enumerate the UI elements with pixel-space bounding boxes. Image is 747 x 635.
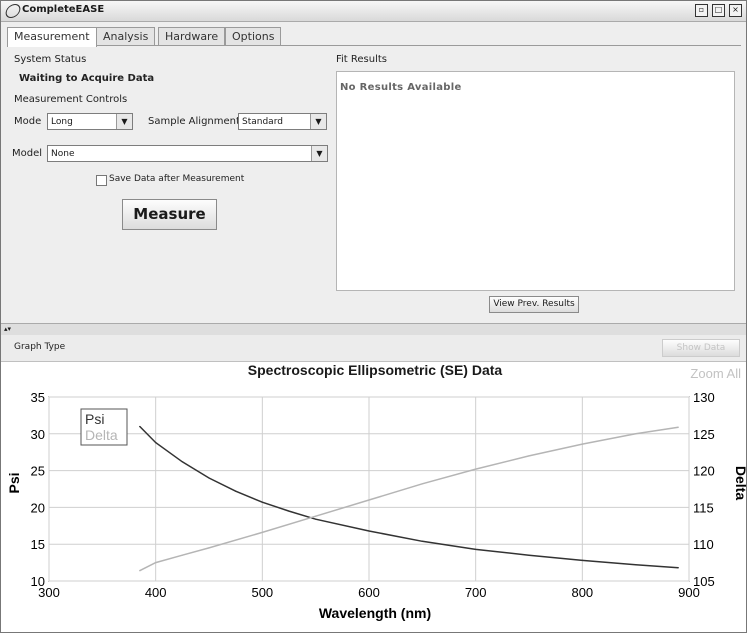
y-axis-label-left: Psi (6, 472, 22, 493)
chevron-down-icon: ▼ (310, 114, 326, 129)
graph-area: Spectroscopic Ellipsometric (SE) Data Zo… (1, 362, 747, 632)
graph-type-label: Graph Type (14, 342, 66, 352)
close-icon[interactable]: × (729, 4, 742, 17)
data-point-delta (261, 531, 263, 534)
mode-value: Long (51, 117, 73, 127)
data-point-psi (315, 518, 317, 520)
chevron-down-icon: ▼ (116, 114, 132, 129)
app-window: CompleteEASE ▫ □ × Measurement Analysis … (0, 0, 747, 633)
tab-measurement[interactable]: Measurement (7, 27, 97, 47)
data-point-delta (421, 483, 423, 485)
legend-psi: Psi (85, 411, 104, 427)
data-point-psi (261, 501, 263, 503)
chevron-down-icon: ▼ (311, 146, 327, 161)
collapse-arrows-icon[interactable]: ▴▾ (4, 325, 11, 333)
chart-title: Spectroscopic Ellipsometric (SE) Data (248, 362, 503, 378)
data-point-delta (677, 426, 679, 428)
minimize-icon[interactable]: ▫ (695, 4, 708, 17)
y-tick-label-left: 25 (31, 464, 45, 479)
model-label: Model (12, 148, 43, 159)
data-point-delta (528, 455, 530, 457)
y-tick-label-right: 105 (693, 574, 715, 589)
tab-options[interactable]: Options (225, 27, 282, 46)
se-data-chart: Spectroscopic Ellipsometric (SE) Data Zo… (6, 362, 747, 621)
sample-alignment-value: Standard (242, 117, 283, 127)
data-point-delta (181, 554, 183, 556)
system-status-heading: System Status (14, 54, 87, 65)
y-tick-label-right: 115 (693, 500, 714, 515)
mode-label: Mode (14, 116, 42, 127)
y-tick-label-right: 130 (693, 390, 715, 405)
data-point-delta (315, 515, 317, 517)
data-point-delta (368, 499, 370, 501)
graph-toolbar: Graph Type Show Data (1, 335, 746, 362)
measurement-controls-heading: Measurement Controls (14, 94, 128, 105)
data-point-psi (139, 425, 141, 428)
data-point-psi (235, 490, 237, 492)
data-point-delta (155, 562, 157, 564)
data-point-psi (581, 559, 583, 561)
y-tick-label-left: 20 (31, 500, 45, 515)
save-data-label: Save Data after Measurement (109, 174, 245, 184)
data-point-psi (421, 540, 423, 542)
y-tick-label-right: 110 (693, 537, 714, 552)
x-tick-label: 600 (358, 585, 380, 600)
save-data-checkbox[interactable] (96, 175, 107, 186)
data-point-psi (208, 477, 210, 479)
data-point-psi (677, 567, 679, 569)
data-point-delta (208, 547, 210, 549)
y-tick-label-left: 10 (31, 574, 45, 589)
view-prev-results-button[interactable]: View Prev. Results (489, 296, 579, 313)
x-tick-label: 700 (465, 585, 487, 600)
data-point-psi (368, 530, 370, 532)
model-select[interactable]: None ▼ (47, 145, 328, 162)
title-bar: CompleteEASE ▫ □ × (1, 1, 746, 22)
data-point-delta (475, 468, 477, 470)
data-point-psi (155, 442, 157, 444)
zoom-all-button[interactable]: Zoom All (690, 366, 741, 381)
y-tick-label-right: 120 (693, 464, 715, 479)
data-point-delta (635, 433, 637, 435)
y-tick-label-left: 15 (31, 537, 45, 552)
show-data-button[interactable]: Show Data (662, 339, 740, 357)
data-point-psi (635, 564, 637, 566)
measure-button[interactable]: Measure (122, 199, 217, 230)
sample-alignment-select[interactable]: Standard ▼ (238, 113, 327, 130)
data-point-delta (139, 570, 141, 572)
fit-results-panel: No Results Available (336, 71, 735, 291)
data-point-delta (581, 443, 583, 445)
y-tick-label-right: 125 (693, 427, 715, 442)
tab-hardware[interactable]: Hardware (158, 27, 226, 46)
mode-select[interactable]: Long ▼ (47, 113, 133, 130)
fit-results-empty-text: No Results Available (340, 82, 462, 93)
data-point-psi (475, 548, 477, 550)
legend-delta: Delta (85, 427, 118, 443)
x-tick-label: 400 (145, 585, 167, 600)
app-logo-icon (3, 4, 23, 18)
tab-analysis[interactable]: Analysis (96, 27, 156, 46)
data-point-psi (288, 510, 290, 512)
fit-results-heading: Fit Results (336, 54, 388, 65)
system-status-text: Waiting to Acquire Data (19, 73, 155, 84)
window-title: CompleteEASE (22, 4, 105, 15)
data-point-psi (528, 554, 530, 556)
y-tick-label-left: 30 (31, 427, 45, 442)
y-axis-label-right: Delta (733, 466, 746, 500)
x-tick-label: 800 (571, 585, 593, 600)
x-axis-label: Wavelength (nm) (319, 605, 431, 621)
tab-divider (7, 45, 741, 46)
model-value: None (51, 149, 75, 159)
x-tick-label: 500 (251, 585, 273, 600)
data-point-psi (181, 461, 183, 463)
y-tick-label-left: 35 (31, 390, 45, 405)
maximize-icon[interactable]: □ (712, 4, 725, 17)
sample-alignment-label: Sample Alignment (148, 116, 240, 127)
